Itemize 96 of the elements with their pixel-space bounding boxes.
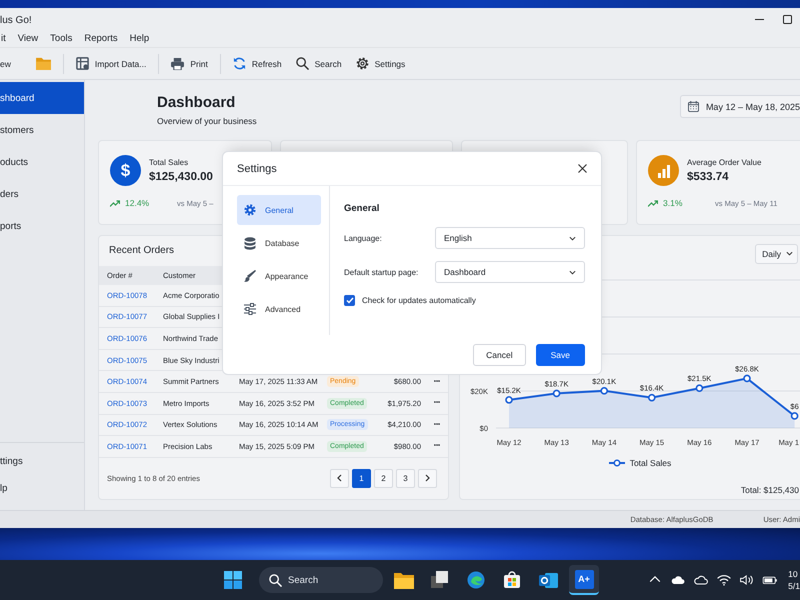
calendar-icon — [688, 101, 699, 112]
maximize-icon — [782, 14, 792, 24]
dropdown-field[interactable]: Dashboard — [435, 261, 585, 283]
folder-icon — [36, 57, 51, 70]
gear-icon — [244, 204, 256, 216]
stat-value: $125,430.00 — [149, 171, 213, 183]
wifi-icon — [716, 572, 732, 588]
period-dropdown[interactable]: Daily — [755, 244, 798, 264]
data-point — [696, 384, 704, 392]
taskbar-search-field[interactable]: Search — [259, 567, 383, 593]
menu-item[interactable]: Help — [128, 33, 150, 44]
dropdown-field[interactable]: English — [435, 227, 585, 249]
legend-label: Total Sales — [630, 458, 672, 468]
toolbar-button[interactable]: Settings — [348, 52, 412, 76]
chevron-left-icon — [337, 474, 342, 482]
toolbar-button[interactable]: Import Data... — [68, 52, 154, 76]
sidebar-item[interactable]: ders — [0, 178, 84, 210]
clock-time: 10 — [788, 568, 799, 580]
data-point — [743, 374, 751, 382]
menu-item[interactable]: Reports — [83, 33, 119, 44]
clock-date: 5/1 — [788, 580, 800, 592]
checkmark-icon — [346, 297, 354, 304]
stat-value: $533.74 — [687, 171, 730, 183]
change-percent: 3.1% — [663, 198, 684, 208]
browser-icon — [467, 571, 485, 589]
chevron-down-icon — [569, 236, 576, 240]
trend-up-icon — [110, 200, 120, 206]
brush-icon — [244, 270, 256, 282]
chart-total: Total: $125,430 — [740, 485, 800, 495]
settings-nav-item[interactable]: Database — [237, 228, 321, 258]
cancel-button[interactable]: Cancel — [473, 344, 526, 366]
checkbox[interactable] — [344, 295, 355, 306]
sliders-icon — [244, 303, 256, 315]
toolbar-button[interactable]: Print — [164, 52, 215, 76]
four-squares-icon — [224, 571, 242, 589]
close-button[interactable] — [575, 162, 589, 176]
panel-title: Recent Orders — [108, 245, 176, 258]
page-subtitle: Overview of your business — [157, 116, 257, 126]
shopping-bag-icon — [503, 571, 521, 589]
menu-item[interactable]: it — [0, 33, 7, 44]
page-button[interactable]: 2 — [374, 468, 393, 488]
search-icon — [269, 574, 282, 587]
page-title: Dashboard — [157, 94, 236, 112]
window-title: lus Go! — [0, 14, 32, 26]
data-point — [790, 412, 798, 420]
menu-item[interactable]: Tools — [49, 33, 74, 44]
data-point — [648, 394, 656, 402]
legend-line-icon — [608, 459, 625, 467]
sidebar-item[interactable]: shboard — [0, 82, 84, 114]
chevron-down-icon — [786, 251, 793, 256]
chevron-right-icon — [425, 474, 430, 482]
settings-nav-item[interactable]: Appearance — [237, 261, 321, 291]
toolbar-button[interactable]: ew — [0, 52, 29, 76]
sidebar-item[interactable]: ports — [0, 210, 84, 242]
stat-label: Average Order Value — [687, 158, 762, 167]
field-label: Language: — [344, 234, 383, 242]
grid-icon — [76, 57, 89, 70]
next-page-button[interactable] — [418, 468, 437, 488]
change-percent: 12.4% — [125, 198, 150, 208]
stacked-squares-icon — [431, 571, 449, 589]
stat-label: Total Sales — [149, 158, 190, 167]
taskbar-app[interactable]: A+ — [569, 565, 599, 595]
field-label: Default startup page: — [344, 268, 420, 276]
folder-icon — [394, 572, 414, 588]
printer-icon — [171, 58, 184, 70]
data-point — [505, 396, 513, 404]
sidebar-item[interactable]: ttings — [0, 448, 84, 475]
settings-nav-item[interactable]: General — [237, 195, 321, 225]
app-logo: A+ — [574, 570, 594, 588]
page-button[interactable]: 3 — [396, 468, 415, 488]
trend-up-icon — [648, 200, 658, 206]
envelope-icon — [538, 572, 558, 588]
page-button[interactable]: 1 — [352, 468, 371, 488]
toolbar-button[interactable]: Search — [288, 52, 349, 76]
section-heading: General — [344, 203, 380, 216]
menu-item[interactable]: View — [16, 33, 40, 44]
sidebar-item[interactable]: stomers — [0, 114, 84, 146]
sidebar-item[interactable]: lp — [0, 475, 84, 502]
close-icon — [578, 164, 586, 173]
refresh-icon — [232, 57, 246, 70]
dialog-title: Settings — [237, 162, 277, 174]
sidebar-item[interactable]: oducts — [0, 146, 84, 178]
data-point — [552, 390, 560, 398]
data-point — [600, 387, 608, 395]
stat-icon: $ — [110, 155, 141, 186]
bar-chart-icon — [656, 164, 670, 178]
gear-icon — [356, 57, 369, 70]
toolbar-button[interactable]: Refresh — [226, 52, 289, 76]
chevron-down-icon — [569, 270, 576, 274]
save-button[interactable]: Save — [536, 344, 585, 366]
search-icon — [296, 57, 309, 70]
checkbox-label: Check for updates automatically — [362, 296, 476, 305]
settings-nav-item[interactable]: Advanced — [237, 294, 321, 324]
database-icon — [244, 236, 256, 250]
previous-page-button[interactable] — [330, 468, 349, 488]
date-range-button[interactable]: May 12 – May 18, 2025 — [680, 95, 800, 118]
